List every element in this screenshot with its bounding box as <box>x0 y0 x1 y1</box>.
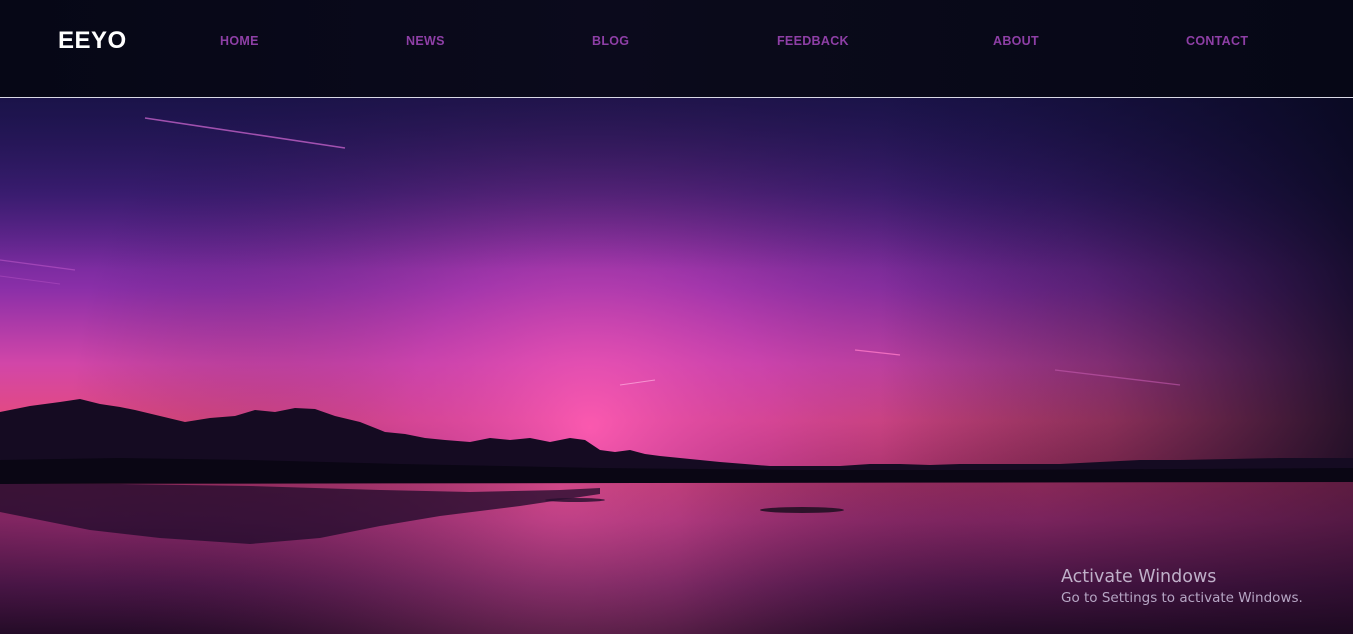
nav-link-feedback[interactable]: FEEDBACK <box>777 34 849 48</box>
nav-link-home[interactable]: HOME <box>220 34 259 48</box>
site-logo[interactable]: EEYO <box>58 27 127 55</box>
windows-activation-watermark: Activate Windows Go to Settings to activ… <box>1061 566 1303 607</box>
nav-link-contact[interactable]: CONTACT <box>1186 34 1248 48</box>
hero-image <box>0 98 1353 634</box>
watermark-title: Activate Windows <box>1061 567 1217 587</box>
nav-link-news[interactable]: NEWS <box>406 34 445 48</box>
top-navbar: EEYO HOME NEWS BLOG FEEDBACK ABOUT CONTA… <box>0 0 1353 98</box>
nav-link-blog[interactable]: BLOG <box>592 34 629 48</box>
sunset-landscape-image <box>0 98 1353 634</box>
watermark-subtitle: Go to Settings to activate Windows. <box>1061 590 1303 606</box>
nav-link-about[interactable]: ABOUT <box>993 34 1039 48</box>
